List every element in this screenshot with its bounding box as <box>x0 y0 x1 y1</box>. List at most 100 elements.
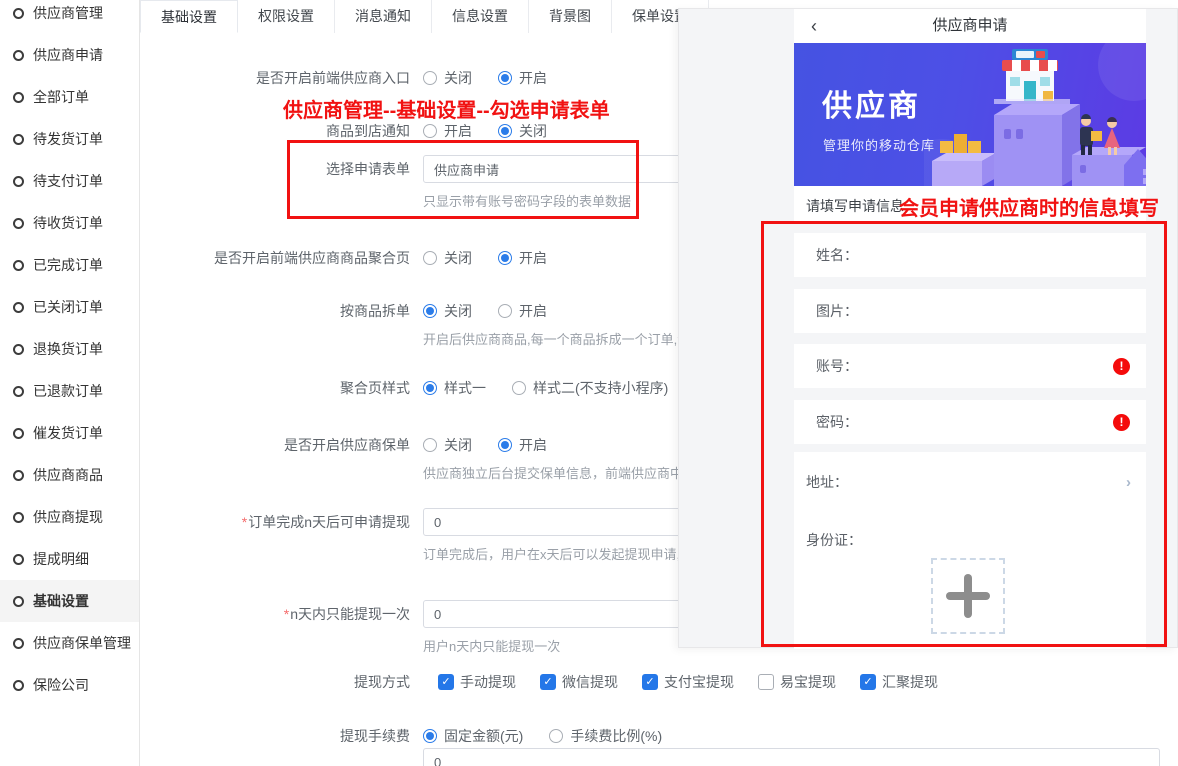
sidebar-list: 供应商管理供应商申请全部订单待发货订单待支付订单待收货订单已完成订单已关闭订单退… <box>0 0 139 706</box>
sidebar-item[interactable]: 供应商管理 <box>0 0 139 34</box>
preview-field-password[interactable]: 密码： ! <box>794 400 1146 444</box>
sidebar-item-label: 供应商商品 <box>33 465 103 485</box>
sidebar-item[interactable]: 待收货订单 <box>0 202 139 244</box>
fee-amount-input[interactable] <box>423 748 1160 766</box>
circle-icon <box>13 512 24 523</box>
circle-icon <box>13 134 24 145</box>
radio-group-aggregation: 关闭 开启 <box>423 248 547 268</box>
checkbox-option[interactable]: 支付宝提现 <box>642 672 734 692</box>
sidebar-item[interactable]: 供应商商品 <box>0 454 139 496</box>
checkbox-label: 汇聚提现 <box>882 672 938 692</box>
checkbox-option[interactable]: 易宝提现 <box>758 672 836 692</box>
radio-checked-icon <box>498 251 512 265</box>
radio-option-on[interactable]: 开启 <box>498 435 547 455</box>
radio-label: 关闭 <box>444 435 472 455</box>
annotation-main-note: 供应商管理--基础设置--勾选申请表单 <box>283 94 610 123</box>
circle-icon <box>13 428 24 439</box>
preview-field-address[interactable]: 地址： › <box>806 472 1131 492</box>
tab-信息设置[interactable]: 信息设置 <box>432 0 529 33</box>
radio-option-on[interactable]: 开启 <box>498 301 547 321</box>
sidebar-item-label: 供应商管理 <box>33 3 103 23</box>
radio-icon <box>549 729 563 743</box>
field-helper: 供应商独立后台提交保单信息，前端供应商中心可 <box>423 463 709 482</box>
sidebar-item[interactable]: 退换货订单 <box>0 328 139 370</box>
tab-基础设置[interactable]: 基础设置 <box>140 0 238 33</box>
field-label: 选择申请表单 <box>140 155 410 183</box>
circle-icon <box>13 302 24 313</box>
circle-icon <box>13 218 24 229</box>
plus-icon <box>946 574 990 618</box>
mobile-preview-panel: ‹ 供应商申请 <box>678 8 1178 648</box>
radio-option-on[interactable]: 开启 <box>423 121 472 141</box>
preview-field-image[interactable]: 图片： <box>794 289 1146 333</box>
field-label: 按商品拆单 <box>140 301 410 321</box>
radio-group-arrival-notice: 开启 关闭 <box>423 121 547 141</box>
radio-option-off[interactable]: 关闭 <box>498 121 547 141</box>
sidebar-item[interactable]: 全部订单 <box>0 76 139 118</box>
withdraw-methods: 手动提现 微信提现 支付宝提现 易宝提现 汇聚提现 <box>438 672 938 692</box>
preview-field-name[interactable]: 姓名： <box>794 233 1146 277</box>
checkbox-checked-icon <box>642 674 658 690</box>
circle-icon <box>13 344 24 355</box>
radio-option-off[interactable]: 关闭 <box>423 248 472 268</box>
radio-checked-icon <box>423 729 437 743</box>
radio-option-off[interactable]: 关闭 <box>423 301 472 321</box>
sidebar-item[interactable]: 催发货订单 <box>0 412 139 454</box>
checkbox-label: 支付宝提现 <box>664 672 734 692</box>
checkbox-checked-icon <box>438 674 454 690</box>
radio-option-on[interactable]: 开启 <box>498 68 547 88</box>
sidebar-item[interactable]: 提成明细 <box>0 538 139 580</box>
preview-field-account[interactable]: 账号： ! <box>794 344 1146 388</box>
radio-label: 手续费比例(%) <box>570 726 662 746</box>
checkbox-option[interactable]: 汇聚提现 <box>860 672 938 692</box>
checkbox-option[interactable]: 手动提现 <box>438 672 516 692</box>
phone-header: ‹ 供应商申请 <box>794 9 1146 43</box>
page: 供应商管理供应商申请全部订单待发货订单待支付订单待收货订单已完成订单已关闭订单退… <box>0 0 1178 766</box>
radio-label: 关闭 <box>444 248 472 268</box>
sidebar-item[interactable]: 已关闭订单 <box>0 286 139 328</box>
checkbox-label: 微信提现 <box>562 672 618 692</box>
sidebar-item[interactable]: 基础设置 <box>0 580 139 622</box>
radio-option-style2[interactable]: 样式二(不支持小程序) <box>512 378 668 398</box>
field-label: 聚合页样式 <box>140 378 410 398</box>
radio-label: 开启 <box>444 121 472 141</box>
sidebar-item[interactable]: 供应商申请 <box>0 34 139 76</box>
radio-label: 关闭 <box>519 121 547 141</box>
sidebar-item[interactable]: 保险公司 <box>0 664 139 706</box>
field-label: 商品到店通知 <box>140 121 410 141</box>
tab-背景图[interactable]: 背景图 <box>529 0 612 33</box>
sidebar-item[interactable]: 供应商提现 <box>0 496 139 538</box>
radio-option-fixed[interactable]: 固定金额(元) <box>423 726 523 746</box>
sidebar-item-label: 催发货订单 <box>33 423 103 443</box>
radio-label: 样式一 <box>444 378 486 398</box>
radio-label: 关闭 <box>444 301 472 321</box>
radio-option-off[interactable]: 关闭 <box>423 68 472 88</box>
sidebar-item-label: 待收货订单 <box>33 213 103 233</box>
radio-checked-icon <box>423 304 437 318</box>
radio-option-off[interactable]: 关闭 <box>423 435 472 455</box>
sidebar-item[interactable]: 待发货订单 <box>0 118 139 160</box>
sidebar: 供应商管理供应商申请全部订单待发货订单待支付订单待收货订单已完成订单已关闭订单退… <box>0 0 140 766</box>
field-label: *n天内只能提现一次 <box>140 600 410 628</box>
radio-option-on[interactable]: 开启 <box>498 248 547 268</box>
field-label: *订单完成n天后可申请提现 <box>140 508 410 536</box>
sidebar-item-label: 保险公司 <box>33 675 89 695</box>
checkbox-checked-icon <box>540 674 556 690</box>
sidebar-item[interactable]: 已退款订单 <box>0 370 139 412</box>
tab-权限设置[interactable]: 权限设置 <box>238 0 335 33</box>
sidebar-item[interactable]: 待支付订单 <box>0 160 139 202</box>
circle-icon <box>13 554 24 565</box>
circle-icon <box>13 8 24 19</box>
required-badge-icon: ! <box>1113 358 1130 375</box>
field-name-label: 姓名： <box>794 233 1146 277</box>
radio-option-percent[interactable]: 手续费比例(%) <box>549 726 662 746</box>
radio-option-style1[interactable]: 样式一 <box>423 378 486 398</box>
checkbox-label: 易宝提现 <box>780 672 836 692</box>
sidebar-item[interactable]: 供应商保单管理 <box>0 622 139 664</box>
idcard-upload-box[interactable] <box>931 558 1005 634</box>
sidebar-item[interactable]: 已完成订单 <box>0 244 139 286</box>
tab-消息通知[interactable]: 消息通知 <box>335 0 432 33</box>
checkbox-option[interactable]: 微信提现 <box>540 672 618 692</box>
sidebar-item-label: 已关闭订单 <box>33 297 103 317</box>
field-label: 是否开启前端供应商商品聚合页 <box>140 248 410 268</box>
